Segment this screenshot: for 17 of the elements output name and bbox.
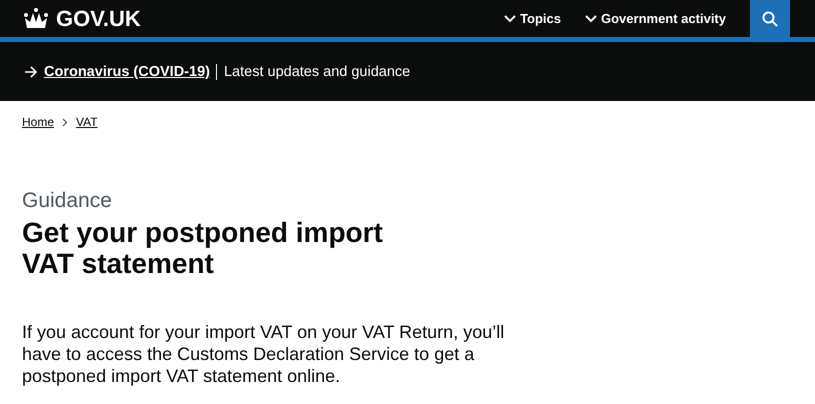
govuk-logo[interactable]: GOV.UK (22, 6, 141, 32)
page-caption: Guidance (22, 189, 113, 213)
breadcrumb-link[interactable]: Home (22, 115, 54, 129)
chevron-down-icon (585, 14, 597, 22)
lead-paragraph: If you account for your import VAT on your VAT Return, you’ll have to access the Customs Declaration Service to get a postponed import VAT statement online. (22, 321, 506, 387)
crown-icon (22, 8, 50, 30)
search-icon (762, 10, 778, 26)
breadcrumb-link[interactable]: VAT (76, 115, 98, 129)
nav-link[interactable]: Topics (504, 11, 561, 26)
nav-link[interactable]: Government activity (585, 11, 726, 26)
banner-text: Latest updates and guidance (216, 64, 410, 80)
search-button[interactable] (750, 0, 790, 37)
covid-link[interactable]: Coronavirus (COVID-19) (44, 64, 210, 80)
page-title: Get your postponed import VAT statement (22, 217, 384, 279)
chevron-right-icon (62, 118, 68, 126)
chevron-down-icon (504, 14, 516, 22)
arrow-right-icon (24, 66, 38, 78)
